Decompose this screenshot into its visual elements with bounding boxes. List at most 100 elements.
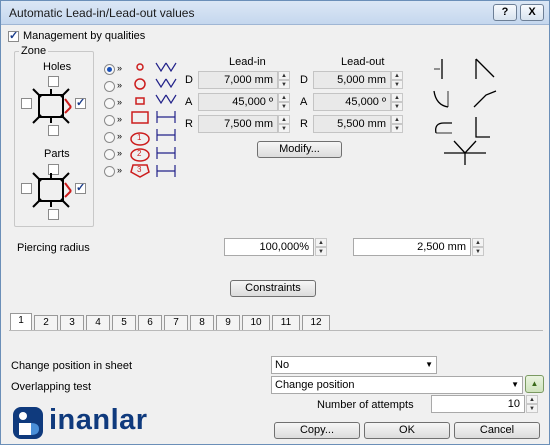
overlapping-select[interactable]: Change position ▼ xyxy=(271,376,523,394)
lead-zigzag-3-icon xyxy=(155,94,177,105)
shape-radio-6[interactable] xyxy=(104,149,115,160)
attempts-field[interactable]: 10 xyxy=(431,395,525,413)
lead-bracket-2-icon xyxy=(156,129,176,141)
lead-out-a-spinner[interactable]: ▲ ▼ xyxy=(391,93,403,111)
shape-radio-4[interactable] xyxy=(104,115,115,126)
copy-button[interactable]: Copy... xyxy=(274,422,360,439)
tab-2[interactable]: 2 xyxy=(34,315,58,330)
parts-right-checkbox[interactable] xyxy=(75,181,86,194)
lead-in-header: Lead-in xyxy=(229,56,266,68)
lead-out-d-field[interactable]: 5,000 mm xyxy=(313,71,391,89)
tab-8[interactable]: 8 xyxy=(190,315,214,330)
diagonal-lead-icon xyxy=(475,58,495,79)
piercing-percent-field[interactable]: 100,000% xyxy=(224,238,314,256)
holes-bottom-checkbox[interactable] xyxy=(48,125,59,136)
tab-6[interactable]: 6 xyxy=(138,315,162,330)
shape-icons-column xyxy=(130,63,150,178)
chevron-down-icon: ▼ xyxy=(511,380,519,389)
shape-badge-2: 2 xyxy=(137,149,142,158)
tab-12[interactable]: 12 xyxy=(302,315,330,330)
lead-in-d-spinner[interactable]: ▲ ▼ xyxy=(278,71,290,89)
parts-zone-icon xyxy=(32,172,72,208)
lead-in-r-spinner[interactable]: ▲ ▼ xyxy=(278,115,290,133)
window-title: Automatic Lead-in/Lead-out values xyxy=(9,6,195,20)
change-position-label: Change position in sheet xyxy=(11,360,133,372)
tab-3[interactable]: 3 xyxy=(60,315,84,330)
overlapping-value: Change position xyxy=(275,379,355,391)
tab-5[interactable]: 5 xyxy=(112,315,136,330)
constraints-button[interactable]: Constraints xyxy=(230,280,316,297)
lead-type-diagrams xyxy=(433,58,497,165)
holes-zone-icon xyxy=(32,88,72,124)
lead-out-r-spinner[interactable]: ▲ ▼ xyxy=(391,115,403,133)
lead-bracket-4-icon xyxy=(156,165,176,177)
close-button[interactable]: X xyxy=(520,4,544,21)
lead-in-r-label: R xyxy=(185,118,193,130)
lead-out-d-label: D xyxy=(300,74,308,86)
tab-11[interactable]: 11 xyxy=(272,315,300,330)
lead-out-r-field[interactable]: 5,500 mm xyxy=(313,115,391,133)
tab-4[interactable]: 4 xyxy=(86,315,110,330)
attempts-spinner[interactable]: ▲ ▼ xyxy=(526,395,538,413)
title-bar: Automatic Lead-in/Lead-out values ? X xyxy=(1,1,549,25)
lead-out-a-label: A xyxy=(300,96,308,108)
cancel-button[interactable]: Cancel xyxy=(454,422,540,439)
lead-in-a-field[interactable]: 45,000 º xyxy=(198,93,278,111)
corner-lead-icon xyxy=(475,117,490,138)
rect-icon xyxy=(131,111,149,124)
help-button[interactable]: ? xyxy=(493,4,517,21)
arc-lead-icon xyxy=(433,90,449,108)
tab-7[interactable]: 7 xyxy=(164,315,188,330)
parts-bottom-checkbox[interactable] xyxy=(48,209,59,220)
angled-arc-lead-icon xyxy=(473,90,497,108)
inanlar-logo-icon xyxy=(13,407,43,439)
lead-out-r-label: R xyxy=(300,118,308,130)
shape-radio-7[interactable] xyxy=(104,166,115,177)
lead-in-a-spinner[interactable]: ▲ ▼ xyxy=(278,93,290,111)
small-circle-icon xyxy=(136,63,144,71)
shape-radio-1[interactable] xyxy=(104,64,115,75)
tab-strip-line xyxy=(9,330,543,331)
shape-arrow-3: » xyxy=(117,97,123,107)
change-position-value: No xyxy=(275,359,290,371)
lead-in-a-label: A xyxy=(185,96,193,108)
straight-lead-icon xyxy=(434,59,443,79)
hook-lead-icon xyxy=(435,122,452,134)
piercing-value-spinner[interactable]: ▲ ▼ xyxy=(472,238,484,256)
lead-in-d-label: D xyxy=(185,74,193,86)
holes-top-checkbox[interactable] xyxy=(48,76,59,87)
overlapping-label: Overlapping test xyxy=(11,381,92,393)
lead-in-r-field[interactable]: 7,500 mm xyxy=(198,115,278,133)
overlapping-up-button[interactable]: ▲ xyxy=(525,375,544,393)
lead-in-d-field[interactable]: 7,000 mm xyxy=(198,71,278,89)
tab-10[interactable]: 10 xyxy=(242,315,270,330)
lead-icons-column xyxy=(155,62,177,177)
zone-legend: Zone xyxy=(19,45,49,57)
shape-radio-5[interactable] xyxy=(104,132,115,143)
shape-radio-3[interactable] xyxy=(104,98,115,109)
lead-out-d-spinner[interactable]: ▲ ▼ xyxy=(391,71,403,89)
shape-arrow-2: » xyxy=(117,80,123,90)
change-position-select[interactable]: No ▼ xyxy=(271,356,437,374)
shape-arrow-4: » xyxy=(117,114,123,124)
lead-out-a-field[interactable]: 45,000 º xyxy=(313,93,391,111)
modify-button[interactable]: Modify... xyxy=(257,141,342,158)
ok-button[interactable]: OK xyxy=(364,422,450,439)
management-checkbox[interactable] xyxy=(8,29,19,42)
lead-bracket-1-icon xyxy=(156,111,176,123)
piercing-radius-label: Piercing radius xyxy=(17,242,90,254)
shape-arrow-5: » xyxy=(117,131,123,141)
shape-arrow-1: » xyxy=(117,63,123,73)
shape-radio-2[interactable] xyxy=(104,81,115,92)
tab-9[interactable]: 9 xyxy=(216,315,240,330)
piercing-value-field[interactable]: 2,500 mm xyxy=(353,238,471,256)
tab-1[interactable]: 1 xyxy=(10,313,32,330)
lead-zigzag-2-icon xyxy=(155,78,177,89)
small-rect-icon xyxy=(135,97,145,105)
management-label: Management by qualities xyxy=(23,30,146,42)
piercing-percent-spinner[interactable]: ▲ ▼ xyxy=(315,238,327,256)
lead-zigzag-1-icon xyxy=(155,62,177,73)
attempts-label: Number of attempts xyxy=(317,399,414,411)
holes-right-checkbox[interactable] xyxy=(75,96,86,109)
dialog-window: Automatic Lead-in/Lead-out values ? X Ma… xyxy=(0,0,550,445)
